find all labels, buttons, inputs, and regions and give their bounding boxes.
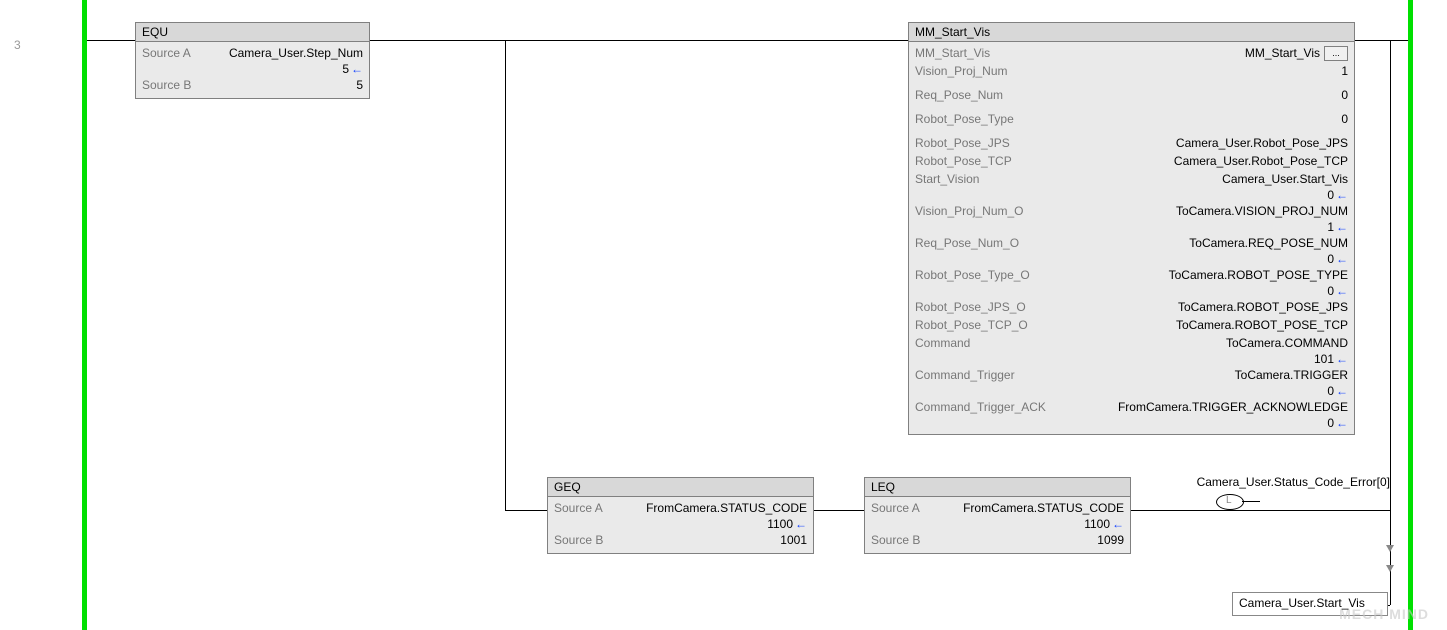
- wire: [368, 40, 908, 41]
- param-value[interactable]: 1001: [611, 532, 807, 548]
- param-label: Robot_Pose_JPS_O: [915, 299, 1034, 315]
- param-label: Source B: [142, 77, 199, 93]
- browse-button[interactable]: ...: [1324, 46, 1348, 61]
- param-label: Source A: [554, 500, 611, 516]
- param-label: Source A: [142, 45, 199, 61]
- wire: [1242, 501, 1260, 502]
- param-label: Start_Vision: [915, 171, 987, 187]
- param-value[interactable]: ToCamera.VISION_PROJ_NUM: [1032, 203, 1349, 219]
- param-label: Robot_Pose_Type_O: [915, 267, 1038, 283]
- param-value[interactable]: FromCamera.STATUS_CODE: [928, 500, 1124, 516]
- live-value: 0: [1327, 416, 1334, 430]
- instruction-leq[interactable]: LEQ Source A FromCamera.STATUS_CODE 1100…: [864, 477, 1131, 554]
- param-value[interactable]: MM_Start_Vis...: [998, 45, 1348, 61]
- wire: [505, 510, 547, 511]
- block-title: LEQ: [865, 478, 1130, 497]
- param-label: Vision_Proj_Num_O: [915, 203, 1032, 219]
- param-value[interactable]: FromCamera.STATUS_CODE: [611, 500, 807, 516]
- block-title: MM_Start_Vis: [909, 23, 1354, 42]
- power-rail-left: [82, 0, 87, 630]
- param-value[interactable]: 5: [199, 77, 363, 93]
- param-value[interactable]: 0: [1011, 87, 1348, 103]
- param-label: Vision_Proj_Num: [915, 63, 1016, 79]
- branch-arrow-icon: [1386, 545, 1394, 552]
- wire: [1128, 510, 1260, 511]
- live-value: 5: [342, 62, 349, 76]
- data-arrow-icon: ←: [1334, 252, 1348, 266]
- instruction-geq[interactable]: GEQ Source A FromCamera.STATUS_CODE 1100…: [547, 477, 814, 554]
- live-value: 0: [1327, 384, 1334, 398]
- param-value[interactable]: ToCamera.REQ_POSE_NUM: [1027, 235, 1348, 251]
- data-arrow-icon: ←: [1334, 284, 1348, 298]
- param-label: Command: [915, 335, 978, 351]
- live-value: 101: [1314, 352, 1334, 366]
- live-value: 0: [1327, 188, 1334, 202]
- param-value[interactable]: Camera_User.Robot_Pose_JPS: [1018, 135, 1348, 151]
- wire: [505, 40, 506, 510]
- param-value[interactable]: ToCamera.ROBOT_POSE_TYPE: [1038, 267, 1348, 283]
- live-value: 1100: [767, 517, 793, 531]
- block-title: GEQ: [548, 478, 813, 497]
- wire: [1353, 40, 1408, 41]
- param-label: MM_Start_Vis: [915, 45, 998, 61]
- param-value[interactable]: Camera_User.Start_Vis: [987, 171, 1348, 187]
- branch-arrow-icon: [1386, 565, 1394, 572]
- param-label: Robot_Pose_TCP_O: [915, 317, 1036, 333]
- live-value: 0: [1327, 284, 1334, 298]
- param-value[interactable]: ToCamera.ROBOT_POSE_JPS: [1034, 299, 1348, 315]
- live-value: 1100: [1084, 517, 1110, 531]
- data-arrow-icon: ←: [793, 517, 807, 531]
- param-label: Command_Trigger: [915, 367, 1023, 383]
- data-arrow-icon: ←: [1110, 517, 1124, 531]
- param-label: Source B: [554, 532, 611, 548]
- param-value[interactable]: Camera_User.Step_Num: [199, 45, 363, 61]
- rung-number: 3: [14, 38, 21, 52]
- data-arrow-icon: ←: [1334, 220, 1348, 234]
- param-label: Req_Pose_Num: [915, 87, 1011, 103]
- power-rail-right: [1408, 0, 1413, 630]
- block-title: EQU: [136, 23, 369, 42]
- coil-tag[interactable]: Camera_User.Status_Code_Error[0]: [1165, 475, 1390, 489]
- data-arrow-icon: ←: [1334, 352, 1348, 366]
- param-value[interactable]: 1: [1016, 63, 1349, 79]
- data-arrow-icon: ←: [349, 62, 363, 76]
- data-arrow-icon: ←: [1334, 188, 1348, 202]
- param-label: Source A: [871, 500, 928, 516]
- live-value: 0: [1327, 252, 1334, 266]
- watermark: MECH MIND: [1339, 606, 1429, 622]
- param-label: Command_Trigger_ACK: [915, 399, 1054, 415]
- param-value[interactable]: ToCamera.ROBOT_POSE_TCP: [1036, 317, 1348, 333]
- wire: [87, 40, 135, 41]
- param-label: Robot_Pose_JPS: [915, 135, 1018, 151]
- wire: [1260, 510, 1390, 511]
- instruction-mm-start-vis[interactable]: MM_Start_Vis MM_Start_VisMM_Start_Vis...…: [908, 22, 1355, 435]
- wire: [1390, 40, 1391, 605]
- coil-letter: L: [1226, 495, 1232, 506]
- param-value[interactable]: FromCamera.TRIGGER_ACKNOWLEDGE: [1054, 399, 1348, 415]
- instruction-equ[interactable]: EQU Source A Camera_User.Step_Num 5← Sou…: [135, 22, 370, 99]
- param-label: Req_Pose_Num_O: [915, 235, 1027, 251]
- param-value[interactable]: ToCamera.TRIGGER: [1023, 367, 1348, 383]
- data-arrow-icon: ←: [1334, 416, 1348, 430]
- ladder-canvas: 3 EQU Source A Camera_User.Step_Num 5← S…: [0, 0, 1447, 630]
- param-label: Robot_Pose_Type: [915, 111, 1022, 127]
- data-arrow-icon: ←: [1334, 384, 1348, 398]
- param-value[interactable]: Camera_User.Robot_Pose_TCP: [1020, 153, 1348, 169]
- param-value[interactable]: 0: [1022, 111, 1348, 127]
- param-label: Source B: [871, 532, 928, 548]
- param-label: Robot_Pose_TCP: [915, 153, 1020, 169]
- param-value[interactable]: 1099: [928, 532, 1124, 548]
- wire: [812, 510, 864, 511]
- live-value: 1: [1327, 220, 1334, 234]
- param-value[interactable]: ToCamera.COMMAND: [978, 335, 1348, 351]
